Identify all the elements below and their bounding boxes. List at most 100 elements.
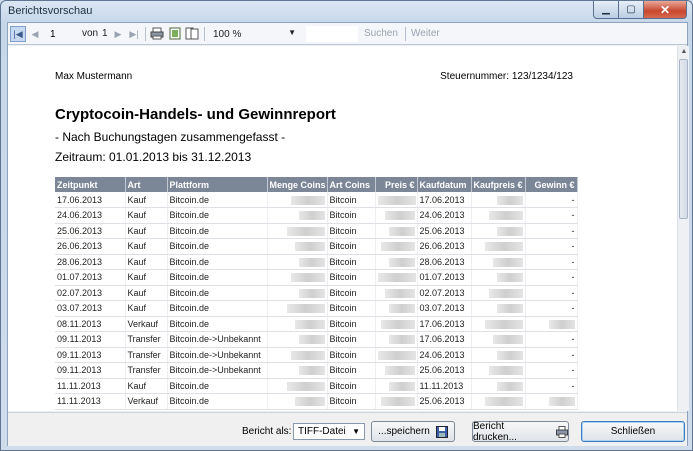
table-row: 24.06.2013 Kauf Bitcoin.de Bitcoin 24.06.201… — [55, 207, 578, 224]
page-setup-button[interactable] — [185, 27, 199, 40]
chevron-down-icon: ▼ — [288, 28, 296, 37]
table-cell — [267, 393, 328, 410]
table-cell: 01.07.2013 — [55, 269, 126, 286]
previous-page-icon: ◀ — [31, 28, 39, 39]
table-cell: Kauf — [125, 300, 168, 317]
table-row: 02.07.2013 Kauf Bitcoin.de Bitcoin 02.07.201… — [55, 285, 578, 301]
page-layout-button[interactable] — [168, 27, 182, 40]
table-cell: Bitcoin.de — [167, 378, 268, 394]
minimize-button[interactable]: ▁ — [593, 1, 619, 19]
table-cell: Bitcoin — [327, 316, 376, 332]
table-cell: Kauf — [125, 378, 168, 394]
table-cell: Bitcoin — [327, 254, 376, 270]
first-page-button[interactable]: |◀ — [10, 26, 26, 42]
table-cell: 09.11.2013 — [55, 362, 126, 379]
table-cell: 26.06.2013 — [55, 238, 126, 255]
table-cell: 01.07.2013 — [417, 269, 472, 286]
zoom-select[interactable]: 100 % ▼ — [210, 26, 300, 42]
redacted-value — [548, 319, 575, 329]
redacted-value — [388, 226, 415, 236]
table-cell: Bitcoin.de->Unbekannt — [167, 347, 268, 363]
report-date-range: Zeitraum: 01.01.2013 bis 31.12.2013 — [55, 150, 252, 164]
table-cell: Kauf — [125, 269, 168, 286]
table-cell: 11.11.2013 — [417, 378, 472, 394]
table-cell — [267, 207, 328, 224]
table-cell — [267, 316, 328, 332]
title-bar[interactable]: Berichtsvorschau ▁ ▢ ✕ — [1, 1, 692, 21]
close-window-button[interactable]: ✕ — [644, 1, 687, 19]
table-cell — [267, 300, 328, 317]
table-cell — [375, 393, 418, 410]
table-cell: 26.06.2013 — [417, 238, 472, 255]
search-input[interactable] — [306, 26, 358, 42]
table-cell: - — [525, 378, 578, 394]
find-next-button[interactable]: Weiter — [411, 28, 440, 39]
table-cell — [471, 347, 526, 363]
table-row: 11.11.2013 Verkauf Bitcoin.de Bitcoin 25.06.… — [55, 393, 578, 410]
last-page-icon: ▶| — [129, 28, 139, 39]
table-cell — [471, 192, 526, 208]
table-cell — [471, 316, 526, 332]
table-cell — [267, 223, 328, 239]
report-title: Cryptocoin-Handels- und Gewinnreport — [55, 106, 336, 123]
redacted-value — [298, 288, 325, 298]
column-header: Preis € — [375, 177, 418, 192]
table-cell — [267, 285, 328, 301]
page-number-input[interactable] — [50, 27, 74, 41]
redacted-value — [492, 335, 523, 345]
table-cell: 17.06.2013 — [55, 192, 126, 208]
printer-icon — [556, 425, 568, 438]
export-format-value: TIFF-Datei — [298, 426, 346, 437]
redacted-value — [294, 242, 325, 252]
redacted-value — [384, 211, 415, 221]
table-cell: Transfer — [125, 362, 168, 379]
table-cell — [471, 378, 526, 394]
toolbar-separator — [145, 27, 146, 41]
search-button[interactable]: Suchen — [364, 28, 398, 39]
scrollbar-thumb[interactable] — [679, 59, 688, 219]
first-page-icon: |◀ — [13, 28, 23, 39]
redacted-value — [294, 397, 325, 407]
table-cell — [267, 269, 328, 286]
table-cell: 28.06.2013 — [55, 254, 126, 270]
print-button[interactable] — [150, 27, 164, 40]
maximize-button[interactable]: ▢ — [619, 1, 644, 19]
save-button[interactable]: ...speichern — [371, 421, 455, 442]
last-page-button[interactable]: ▶| — [127, 26, 141, 42]
redacted-value — [388, 335, 415, 345]
table-cell: Bitcoin — [327, 192, 376, 208]
redacted-value — [488, 366, 523, 376]
table-cell — [471, 254, 526, 270]
table-row: 09.11.2013 Transfer Bitcoin.de->Unbekannt B… — [55, 347, 578, 363]
table-cell — [525, 316, 578, 332]
export-format-select[interactable]: TIFF-Datei ▼ — [293, 423, 365, 440]
table-cell — [471, 207, 526, 224]
viewer-toolbar: |◀ ◀ von 1 ▶ ▶| 100 % ▼ Suchen — [8, 23, 687, 45]
print-report-button[interactable]: Bericht drucken... — [472, 421, 569, 443]
previous-page-button[interactable]: ◀ — [28, 26, 42, 42]
zoom-value: 100 % — [213, 28, 242, 40]
report-preview-window: Berichtsvorschau ▁ ▢ ✕ |◀ ◀ von 1 ▶ ▶| — [0, 0, 693, 451]
page-total: 1 — [102, 28, 108, 39]
table-cell: Bitcoin — [327, 393, 376, 410]
scroll-up-icon[interactable]: ▲ — [678, 46, 689, 58]
redacted-value — [384, 366, 415, 376]
column-header: Art Coins — [327, 177, 376, 192]
table-cell: Bitcoin.de->Unbekannt — [167, 362, 268, 379]
table-cell — [267, 192, 328, 208]
table-cell: Bitcoin — [327, 269, 376, 286]
table-cell: 24.06.2013 — [417, 347, 472, 363]
table-cell: Bitcoin.de — [167, 238, 268, 255]
table-cell — [375, 285, 418, 301]
table-row: 09.11.2013 Transfer Bitcoin.de->Unbekannt B… — [55, 331, 578, 348]
chevron-down-icon: ▼ — [352, 427, 360, 436]
table-cell — [375, 254, 418, 270]
next-page-button[interactable]: ▶ — [112, 26, 124, 42]
table-cell: Bitcoin — [327, 331, 376, 348]
close-button[interactable]: Schließen — [581, 421, 685, 442]
table-cell: - — [525, 300, 578, 317]
table-cell: Transfer — [125, 347, 168, 363]
table-cell: - — [525, 223, 578, 239]
vertical-scrollbar[interactable]: ▲ — [677, 46, 689, 411]
tax-number: Steuernummer: 123/1234/123 — [440, 71, 573, 82]
